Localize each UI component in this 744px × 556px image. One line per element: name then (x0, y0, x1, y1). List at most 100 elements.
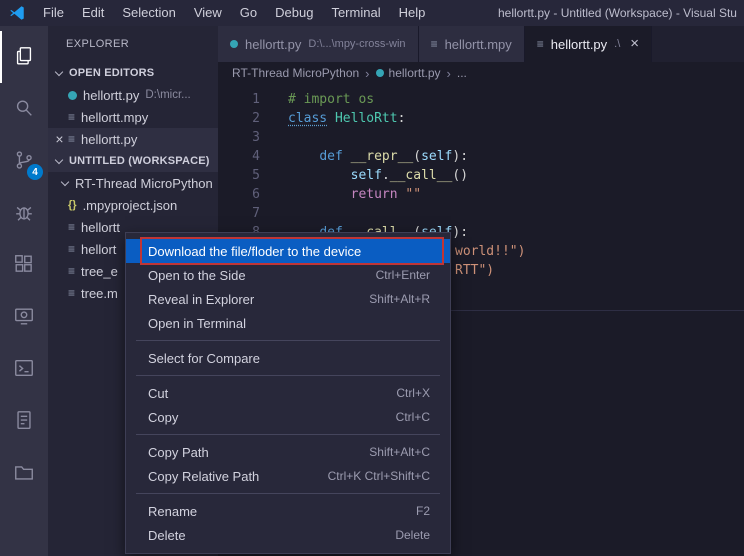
file-icon: ≡ (68, 264, 75, 278)
open-editor-item[interactable]: hellortt.py D:\micr... (48, 84, 218, 106)
activity-folder[interactable] (0, 447, 48, 499)
menu-edit[interactable]: Edit (73, 0, 113, 26)
line-number: 5 (218, 166, 288, 185)
file-name: hellortt.py (83, 88, 139, 103)
menu-item-label: Copy (148, 410, 378, 425)
folder-rt-thread-micropython[interactable]: RT-Thread MicroPython (48, 172, 218, 194)
file-name: hellortt.mpy (81, 110, 148, 125)
tab-label: hellortt.py (245, 37, 301, 52)
file-name: tree.m (81, 286, 118, 301)
menu-view[interactable]: View (185, 0, 231, 26)
menu-item-label: Open to the Side (148, 268, 358, 283)
menu-file[interactable]: File (34, 0, 73, 26)
activity-debug[interactable] (0, 187, 48, 239)
tab-hellortt-py-local[interactable]: hellortt.py D:\...\mpy-cross-win (218, 26, 419, 62)
open-editors-header[interactable]: OPEN EDITORS (48, 62, 218, 84)
line-number: 3 (218, 128, 288, 147)
file-name: hellortt (81, 220, 120, 235)
code-line: 7 (218, 204, 744, 223)
file-icon: ≡ (68, 242, 75, 256)
json-file-icon: {} (68, 199, 77, 211)
breadcrumb-folder[interactable]: RT-Thread MicroPython (232, 66, 359, 80)
breadcrumb[interactable]: RT-Thread MicroPython › hellortt.py › ..… (218, 62, 744, 84)
menu-item-shortcut: Shift+Alt+C (369, 445, 430, 459)
file-name: hellort (81, 242, 116, 257)
breadcrumb-symbol[interactable]: ... (457, 66, 467, 80)
context-menu-item[interactable]: RenameF2 (126, 499, 450, 523)
menu-bar: FileEditSelectionViewGoDebugTerminalHelp (34, 0, 434, 26)
menu-go[interactable]: Go (231, 0, 266, 26)
device-monitor-icon (13, 305, 35, 330)
menu-debug[interactable]: Debug (266, 0, 322, 26)
chevron-right-icon: › (365, 66, 369, 81)
code-text: # import os (288, 90, 744, 109)
menu-separator (136, 493, 440, 494)
open-editor-item[interactable]: ×≡hellortt.py (48, 128, 218, 150)
sidebar-title: EXPLORER (48, 26, 218, 62)
menu-separator (136, 375, 440, 376)
context-menu-item[interactable]: CopyCtrl+C (126, 405, 450, 429)
file-icon: ≡ (537, 37, 544, 51)
menu-help[interactable]: Help (390, 0, 435, 26)
activity-terminal[interactable] (0, 343, 48, 395)
terminal-icon (13, 357, 35, 382)
menu-separator (136, 434, 440, 435)
debug-icon (13, 201, 35, 226)
code-token: ( (413, 149, 421, 164)
context-menu-item[interactable]: Copy Relative PathCtrl+K Ctrl+Shift+C (126, 464, 450, 488)
file-name: tree_e (81, 264, 118, 279)
code-token: world!!") (455, 244, 525, 259)
menu-item-shortcut: Ctrl+X (396, 386, 430, 400)
chevron-down-icon (55, 155, 63, 163)
context-menu-item[interactable]: CutCtrl+X (126, 381, 450, 405)
menu-item-shortcut: Ctrl+K Ctrl+Shift+C (328, 469, 430, 483)
context-menu-item[interactable]: Download the file/floder to the device (126, 239, 450, 263)
file-icon: ≡ (68, 286, 75, 300)
close-icon[interactable]: × (53, 133, 66, 146)
tab-hellortt-py-device[interactable]: ≡ hellortt.py .\ × (525, 26, 652, 62)
activity-explorer[interactable] (0, 31, 48, 83)
menu-item-shortcut: Shift+Alt+R (369, 292, 430, 306)
close-icon[interactable]: × (630, 37, 639, 51)
file-path: D:\micr... (145, 89, 190, 101)
context-menu-item[interactable]: Open to the SideCtrl+Enter (126, 263, 450, 287)
context-menu-item[interactable]: Select for Compare (126, 346, 450, 370)
python-file-icon (376, 69, 384, 77)
context-menu-item[interactable]: Copy Path Shift+Alt+C (126, 440, 450, 464)
workspace-header[interactable]: UNTITLED (WORKSPACE) (48, 150, 218, 172)
tab-hellortt-mpy[interactable]: ≡ hellortt.mpy (419, 26, 525, 62)
line-number: 6 (218, 185, 288, 204)
breadcrumb-file[interactable]: hellortt.py (389, 66, 441, 80)
activity-device[interactable] (0, 291, 48, 343)
file-name: .mpyproject.json (83, 198, 178, 213)
code-line: 4 def __repr__(self): (218, 147, 744, 166)
notes-icon (13, 409, 35, 434)
line-number: 4 (218, 147, 288, 166)
code-text (288, 128, 744, 147)
menu-selection[interactable]: Selection (113, 0, 184, 26)
code-token: __call__ (390, 168, 453, 183)
code-line: 2class HelloRtt: (218, 109, 744, 128)
activity-source-control[interactable]: 4 (0, 135, 48, 187)
activity-extensions[interactable] (0, 239, 48, 291)
activity-search[interactable] (0, 83, 48, 135)
file-name: hellortt.py (81, 132, 137, 147)
context-menu-item[interactable]: Open in Terminal (126, 311, 450, 335)
code-line: 3 (218, 128, 744, 147)
context-menu-item[interactable]: Reveal in ExplorerShift+Alt+R (126, 287, 450, 311)
folder-name: RT-Thread MicroPython (75, 176, 213, 191)
context-menu-item[interactable]: DeleteDelete (126, 523, 450, 547)
activity-notes[interactable] (0, 395, 48, 447)
title-bar: FileEditSelectionViewGoDebugTerminalHelp… (0, 0, 744, 26)
open-editors-list: hellortt.py D:\micr... ≡hellortt.mpy×≡hell… (48, 84, 218, 150)
code-token: . (382, 168, 390, 183)
menu-item-label: Copy Path (148, 445, 351, 460)
open-editor-item[interactable]: ≡hellortt.mpy (48, 106, 218, 128)
activity-bar: 4 (0, 26, 48, 556)
menu-terminal[interactable]: Terminal (322, 0, 389, 26)
code-text (288, 204, 744, 223)
tree-file-item[interactable]: {} .mpyproject.json (48, 194, 218, 216)
menu-item-label: Download the file/floder to the device (148, 244, 430, 259)
chevron-right-icon: › (447, 66, 451, 81)
code-token: "" (405, 187, 421, 202)
